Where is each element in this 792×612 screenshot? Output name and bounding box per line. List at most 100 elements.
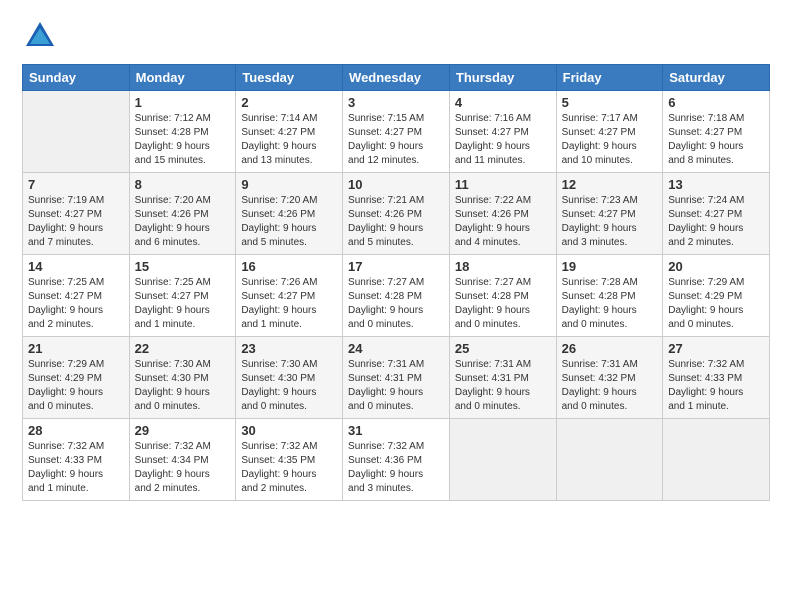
calendar-week-3: 14 Sunrise: 7:25 AM Sunset: 4:27 PM Dayli… <box>23 255 770 337</box>
day-header-monday: Monday <box>129 65 236 91</box>
day-number: 18 <box>455 259 551 274</box>
day-info: Sunrise: 7:32 AM Sunset: 4:33 PM Dayligh… <box>668 358 764 414</box>
calendar-cell: 11Sunrise: 7:22 AM Sunset: 4:26 PM Dayli… <box>449 173 556 255</box>
day-number: 10 <box>348 177 444 192</box>
day-info: Sunrise: 7:27 AM Sunset: 4:28 PM Dayligh… <box>455 276 551 332</box>
day-number: 30 <box>241 423 337 438</box>
day-number: 27 <box>668 341 764 356</box>
calendar-cell <box>23 91 130 173</box>
calendar-cell: 1Sunrise: 7:12 AM Sunset: 4:28 PM Daylig… <box>129 91 236 173</box>
day-info: Sunrise: 7:14 AM Sunset: 4:27 PM Dayligh… <box>241 112 337 168</box>
calendar-cell: 23Sunrise: 7:30 AM Sunset: 4:30 PM Dayli… <box>236 337 343 419</box>
day-number: 13 <box>668 177 764 192</box>
logo <box>22 18 62 54</box>
day-number: 19 <box>562 259 658 274</box>
day-number: 31 <box>348 423 444 438</box>
calendar-cell: 22 Sunrise: 7:30 AM Sunset: 4:30 PM Dayli… <box>129 337 236 419</box>
day-number: 5 <box>562 95 658 110</box>
day-info: Sunrise: 7:28 AM Sunset: 4:28 PM Dayligh… <box>562 276 658 332</box>
day-header-tuesday: Tuesday <box>236 65 343 91</box>
calendar-cell: 20Sunrise: 7:29 AM Sunset: 4:29 PM Dayli… <box>663 255 770 337</box>
calendar-header-row: SundayMondayTuesdayWednesdayThursdayFrid… <box>23 65 770 91</box>
day-number: 3 <box>348 95 444 110</box>
day-info: Sunrise: 7:32 AM Sunset: 4:33 PM Dayligh… <box>28 440 124 496</box>
day-number: 22 <box>135 341 231 356</box>
calendar-cell: 12 Sunrise: 7:23 AM Sunset: 4:27 PM Dayli… <box>556 173 663 255</box>
calendar-cell: 24 Sunrise: 7:31 AM Sunset: 4:31 PM Dayli… <box>343 337 450 419</box>
day-number: 12 <box>562 177 658 192</box>
calendar-cell: 19 Sunrise: 7:28 AM Sunset: 4:28 PM Dayli… <box>556 255 663 337</box>
page: SundayMondayTuesdayWednesdayThursdayFrid… <box>0 0 792 612</box>
day-info: Sunrise: 7:31 AM Sunset: 4:32 PM Dayligh… <box>562 358 658 414</box>
calendar-week-5: 28Sunrise: 7:32 AM Sunset: 4:33 PM Dayli… <box>23 419 770 501</box>
day-info: Sunrise: 7:20 AM Sunset: 4:26 PM Dayligh… <box>241 194 337 250</box>
day-info: Sunrise: 7:23 AM Sunset: 4:27 PM Dayligh… <box>562 194 658 250</box>
day-number: 6 <box>668 95 764 110</box>
day-info: Sunrise: 7:25 AM Sunset: 4:27 PM Dayligh… <box>135 276 231 332</box>
day-info: Sunrise: 7:32 AM Sunset: 4:35 PM Dayligh… <box>241 440 337 496</box>
calendar-week-4: 21 Sunrise: 7:29 AM Sunset: 4:29 PM Dayli… <box>23 337 770 419</box>
calendar-cell: 28Sunrise: 7:32 AM Sunset: 4:33 PM Dayli… <box>23 419 130 501</box>
day-number: 14 <box>28 259 124 274</box>
day-info: Sunrise: 7:20 AM Sunset: 4:26 PM Dayligh… <box>135 194 231 250</box>
day-info: Sunrise: 7:32 AM Sunset: 4:36 PM Dayligh… <box>348 440 444 496</box>
calendar-cell: 18 Sunrise: 7:27 AM Sunset: 4:28 PM Dayli… <box>449 255 556 337</box>
calendar-cell: 2 Sunrise: 7:14 AM Sunset: 4:27 PM Daylig… <box>236 91 343 173</box>
calendar-cell: 27 Sunrise: 7:32 AM Sunset: 4:33 PM Dayli… <box>663 337 770 419</box>
calendar-cell: 6Sunrise: 7:18 AM Sunset: 4:27 PM Daylig… <box>663 91 770 173</box>
calendar-cell: 5Sunrise: 7:17 AM Sunset: 4:27 PM Daylig… <box>556 91 663 173</box>
day-number: 1 <box>135 95 231 110</box>
calendar-cell: 13 Sunrise: 7:24 AM Sunset: 4:27 PM Dayli… <box>663 173 770 255</box>
day-header-saturday: Saturday <box>663 65 770 91</box>
calendar-cell: 17 Sunrise: 7:27 AM Sunset: 4:28 PM Dayli… <box>343 255 450 337</box>
day-number: 17 <box>348 259 444 274</box>
day-info: Sunrise: 7:29 AM Sunset: 4:29 PM Dayligh… <box>668 276 764 332</box>
day-info: Sunrise: 7:29 AM Sunset: 4:29 PM Dayligh… <box>28 358 124 414</box>
day-info: Sunrise: 7:25 AM Sunset: 4:27 PM Dayligh… <box>28 276 124 332</box>
day-info: Sunrise: 7:19 AM Sunset: 4:27 PM Dayligh… <box>28 194 124 250</box>
day-info: Sunrise: 7:30 AM Sunset: 4:30 PM Dayligh… <box>135 358 231 414</box>
calendar-cell: 29Sunrise: 7:32 AM Sunset: 4:34 PM Dayli… <box>129 419 236 501</box>
day-header-friday: Friday <box>556 65 663 91</box>
day-info: Sunrise: 7:32 AM Sunset: 4:34 PM Dayligh… <box>135 440 231 496</box>
day-number: 26 <box>562 341 658 356</box>
calendar-cell <box>449 419 556 501</box>
day-number: 8 <box>135 177 231 192</box>
calendar-cell: 14 Sunrise: 7:25 AM Sunset: 4:27 PM Dayli… <box>23 255 130 337</box>
calendar-cell: 16Sunrise: 7:26 AM Sunset: 4:27 PM Dayli… <box>236 255 343 337</box>
day-header-thursday: Thursday <box>449 65 556 91</box>
day-info: Sunrise: 7:22 AM Sunset: 4:26 PM Dayligh… <box>455 194 551 250</box>
calendar-cell: 26 Sunrise: 7:31 AM Sunset: 4:32 PM Dayli… <box>556 337 663 419</box>
calendar-cell: 8 Sunrise: 7:20 AM Sunset: 4:26 PM Daylig… <box>129 173 236 255</box>
calendar-cell: 21 Sunrise: 7:29 AM Sunset: 4:29 PM Dayli… <box>23 337 130 419</box>
day-info: Sunrise: 7:26 AM Sunset: 4:27 PM Dayligh… <box>241 276 337 332</box>
day-info: Sunrise: 7:31 AM Sunset: 4:31 PM Dayligh… <box>348 358 444 414</box>
calendar-cell: 10Sunrise: 7:21 AM Sunset: 4:26 PM Dayli… <box>343 173 450 255</box>
day-number: 4 <box>455 95 551 110</box>
calendar-cell <box>663 419 770 501</box>
day-number: 24 <box>348 341 444 356</box>
day-info: Sunrise: 7:15 AM Sunset: 4:27 PM Dayligh… <box>348 112 444 168</box>
calendar-cell: 31 Sunrise: 7:32 AM Sunset: 4:36 PM Dayli… <box>343 419 450 501</box>
day-number: 15 <box>135 259 231 274</box>
calendar-cell: 25Sunrise: 7:31 AM Sunset: 4:31 PM Dayli… <box>449 337 556 419</box>
calendar-cell: 9 Sunrise: 7:20 AM Sunset: 4:26 PM Daylig… <box>236 173 343 255</box>
calendar-cell: 7 Sunrise: 7:19 AM Sunset: 4:27 PM Daylig… <box>23 173 130 255</box>
calendar-cell: 15 Sunrise: 7:25 AM Sunset: 4:27 PM Dayli… <box>129 255 236 337</box>
calendar-week-1: 1Sunrise: 7:12 AM Sunset: 4:28 PM Daylig… <box>23 91 770 173</box>
day-number: 7 <box>28 177 124 192</box>
day-info: Sunrise: 7:16 AM Sunset: 4:27 PM Dayligh… <box>455 112 551 168</box>
day-number: 25 <box>455 341 551 356</box>
day-info: Sunrise: 7:27 AM Sunset: 4:28 PM Dayligh… <box>348 276 444 332</box>
day-number: 21 <box>28 341 124 356</box>
calendar-table: SundayMondayTuesdayWednesdayThursdayFrid… <box>22 64 770 501</box>
day-number: 23 <box>241 341 337 356</box>
day-info: Sunrise: 7:24 AM Sunset: 4:27 PM Dayligh… <box>668 194 764 250</box>
header <box>22 18 770 54</box>
calendar-cell: 30 Sunrise: 7:32 AM Sunset: 4:35 PM Dayli… <box>236 419 343 501</box>
day-number: 9 <box>241 177 337 192</box>
calendar-week-2: 7 Sunrise: 7:19 AM Sunset: 4:27 PM Daylig… <box>23 173 770 255</box>
day-header-wednesday: Wednesday <box>343 65 450 91</box>
calendar-cell: 4 Sunrise: 7:16 AM Sunset: 4:27 PM Daylig… <box>449 91 556 173</box>
day-number: 2 <box>241 95 337 110</box>
